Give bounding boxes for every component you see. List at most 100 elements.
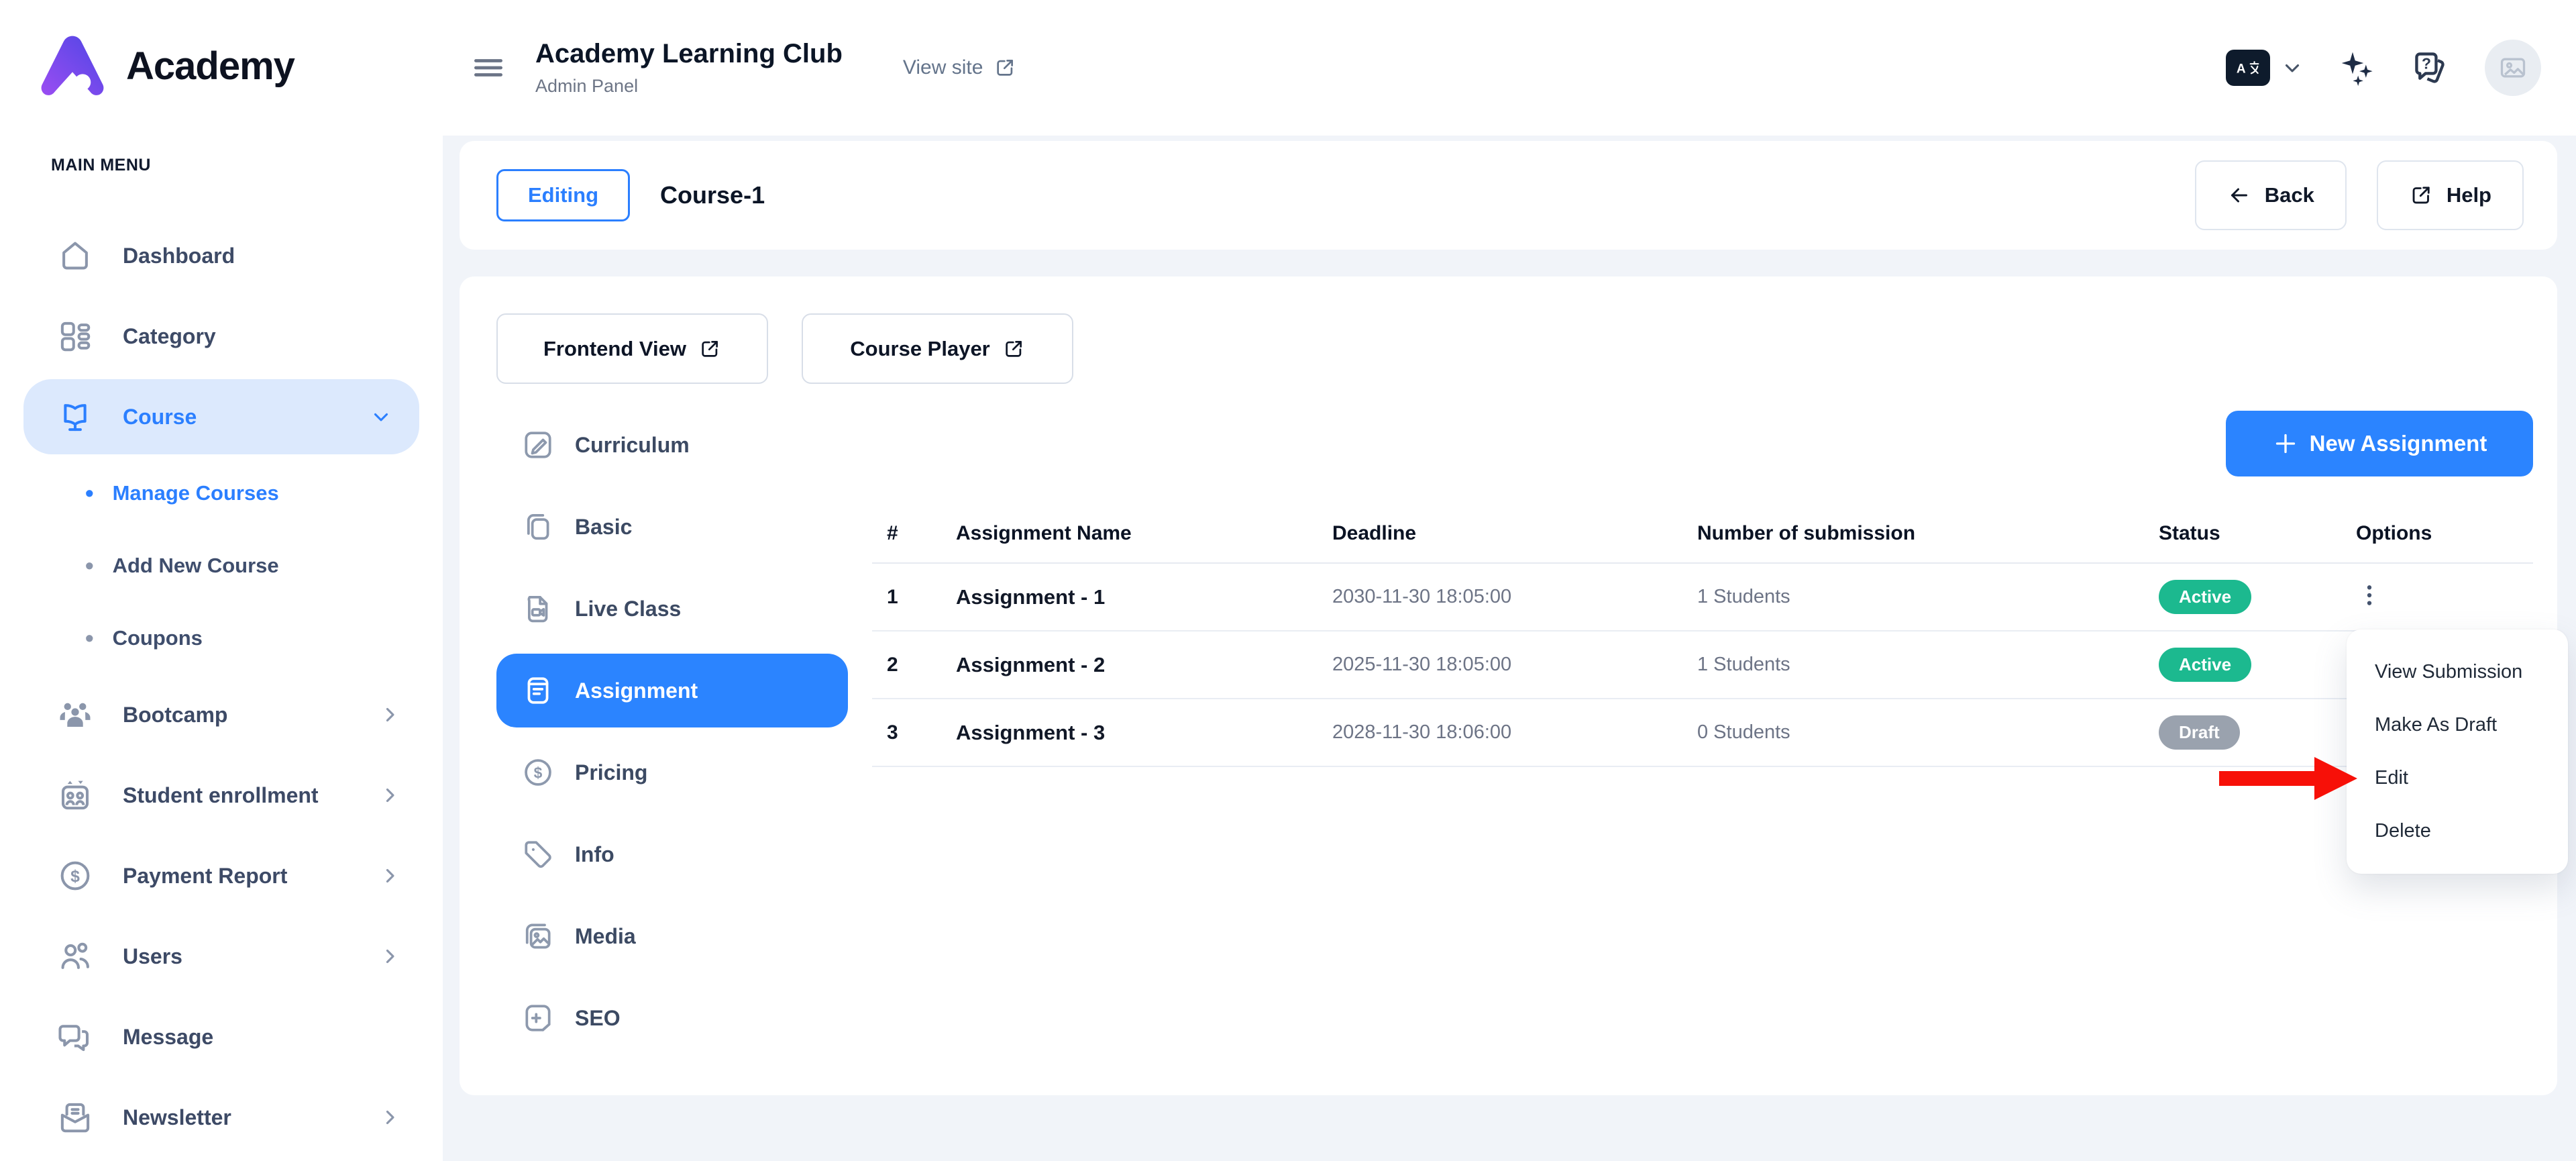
tab-info[interactable]: Info — [496, 813, 848, 895]
message-icon — [57, 1019, 93, 1055]
help-chat-icon[interactable]: ? — [2411, 48, 2450, 87]
external-link-icon — [994, 56, 1016, 79]
menu-item-delete[interactable]: Delete — [2347, 805, 2568, 858]
col-deadline: Deadline — [1326, 522, 1692, 545]
frontend-view-button[interactable]: Frontend View — [496, 313, 768, 384]
options-context-menu: View Submission Make As Draft Edit Delet… — [2347, 629, 2568, 874]
menu-item-edit[interactable]: Edit — [2347, 752, 2568, 805]
svg-text:A: A — [2237, 62, 2246, 76]
sidebar-item-newsletter[interactable]: Newsletter — [0, 1077, 443, 1158]
sidebar-item-bootcamp[interactable]: Bootcamp — [0, 674, 443, 755]
status-badge: Active — [2159, 648, 2251, 682]
sidebar-item-course[interactable]: Course — [23, 379, 419, 454]
sidebar-item-label: Newsletter — [123, 1105, 231, 1130]
notebook-icon — [521, 674, 555, 707]
sidebar-item-dashboard[interactable]: Dashboard — [0, 215, 443, 296]
edit-square-icon — [521, 428, 555, 462]
people-icon — [57, 697, 93, 733]
user-avatar[interactable] — [2485, 40, 2541, 96]
translate-icon: A — [2226, 50, 2270, 86]
kebab-menu-icon[interactable] — [2356, 576, 2383, 614]
app-root: Academy MAIN MENU Dashboard Category — [0, 0, 2576, 1161]
external-link-icon — [2409, 183, 2433, 207]
view-site-link[interactable]: View site — [903, 56, 1017, 79]
sidebar-item-payment-report[interactable]: $ Payment Report — [0, 836, 443, 916]
sidebar-subitem-add-new-course[interactable]: • Add New Course — [0, 529, 443, 602]
sparkles-icon[interactable] — [2339, 49, 2376, 87]
svg-text:?: ? — [2422, 54, 2431, 72]
sidebar-item-message[interactable]: Message — [0, 997, 443, 1077]
sidebar-subitem-label: Coupons — [113, 626, 203, 650]
svg-text:$: $ — [534, 764, 543, 781]
status-badge: Active — [2159, 580, 2251, 614]
chevron-down-icon — [2281, 56, 2304, 79]
tab-basic[interactable]: Basic — [496, 486, 848, 568]
menu-item-view-submission[interactable]: View Submission — [2347, 646, 2568, 699]
sidebar-item-label: Bootcamp — [123, 703, 227, 727]
brand-name: Academy — [126, 44, 294, 89]
sidebar-item-category[interactable]: Category — [0, 296, 443, 376]
submissions: 1 Students — [1692, 586, 2152, 608]
top-header: Academy Learning Club Admin Panel View s… — [443, 0, 2576, 136]
tab-media[interactable]: Media — [496, 895, 848, 977]
row-index: 2 — [872, 654, 939, 676]
deadline: 2025-11-30 18:05:00 — [1326, 654, 1692, 676]
chevron-right-icon — [378, 784, 401, 807]
course-title: Course-1 — [660, 181, 765, 209]
bullet-icon: • — [85, 554, 94, 578]
sidebar-item-student-enrollment[interactable]: Student enrollment — [0, 755, 443, 836]
header-title-block: Academy Learning Club Admin Panel — [535, 39, 843, 97]
sidebar-subitem-coupons[interactable]: • Coupons — [0, 602, 443, 674]
sidebar-item-label: Users — [123, 944, 182, 969]
sidebar-subitem-manage-courses[interactable]: • Manage Courses — [0, 457, 443, 529]
sidebar-item-label: Category — [123, 324, 216, 349]
back-label: Back — [2265, 183, 2314, 207]
editing-status-badge[interactable]: Editing — [496, 169, 630, 221]
dollar-circle-icon: $ — [521, 756, 555, 789]
course-icon — [57, 399, 93, 435]
language-selector[interactable]: A — [2226, 50, 2304, 86]
help-button[interactable]: Help — [2377, 160, 2524, 230]
tab-label: Basic — [575, 515, 632, 540]
menu-item-make-as-draft[interactable]: Make As Draft — [2347, 699, 2568, 752]
help-label: Help — [2447, 183, 2491, 207]
copy-icon — [521, 510, 555, 544]
tab-assignment[interactable]: Assignment — [496, 654, 848, 727]
svg-text:$: $ — [70, 868, 80, 886]
new-assignment-button[interactable]: New Assignment — [2226, 411, 2533, 476]
tab-live-class[interactable]: Live Class — [496, 568, 848, 650]
hamburger-menu-icon[interactable] — [470, 49, 507, 87]
table-row: 3 Assignment - 3 2028-11-30 18:06:00 0 S… — [872, 699, 2533, 767]
page-title: Academy Learning Club — [535, 39, 843, 69]
sidebar: Academy MAIN MENU Dashboard Category — [0, 0, 443, 1161]
tab-seo[interactable]: SEO — [496, 977, 848, 1059]
brand-logo[interactable]: Academy — [0, 0, 443, 103]
tab-label: Info — [575, 842, 614, 867]
image-placeholder-icon — [2498, 53, 2528, 83]
payment-icon: $ — [57, 858, 93, 894]
chevron-right-icon — [378, 1106, 401, 1129]
sidebar-item-label: Message — [123, 1025, 213, 1050]
col-index: # — [872, 522, 939, 545]
deadline: 2028-11-30 18:06:00 — [1326, 721, 1692, 744]
course-player-button[interactable]: Course Player — [802, 313, 1073, 384]
tab-curriculum[interactable]: Curriculum — [496, 404, 848, 486]
row-index: 3 — [872, 721, 939, 744]
content-area: Editing Course-1 Back Help — [443, 136, 2576, 1095]
bullet-icon: • — [85, 626, 94, 650]
table-row: 2 Assignment - 2 2025-11-30 18:05:00 1 S… — [872, 632, 2533, 699]
back-button[interactable]: Back — [2195, 160, 2347, 230]
header-actions: A ? — [2226, 40, 2541, 96]
chevron-right-icon — [378, 703, 401, 726]
sidebar-item-label: Student enrollment — [123, 783, 319, 808]
arrow-left-icon — [2227, 183, 2251, 207]
sidebar-nav: Dashboard Category Course • Manage C — [0, 215, 443, 1158]
new-assignment-label: New Assignment — [2310, 431, 2487, 456]
photos-icon — [521, 919, 555, 953]
sidebar-item-label: Payment Report — [123, 864, 287, 889]
sidebar-item-users[interactable]: Users — [0, 916, 443, 997]
tab-pricing[interactable]: $ Pricing — [496, 731, 848, 813]
sidebar-item-label: Course — [123, 405, 197, 430]
tag-icon — [521, 838, 555, 871]
col-name: Assignment Name — [939, 522, 1326, 545]
